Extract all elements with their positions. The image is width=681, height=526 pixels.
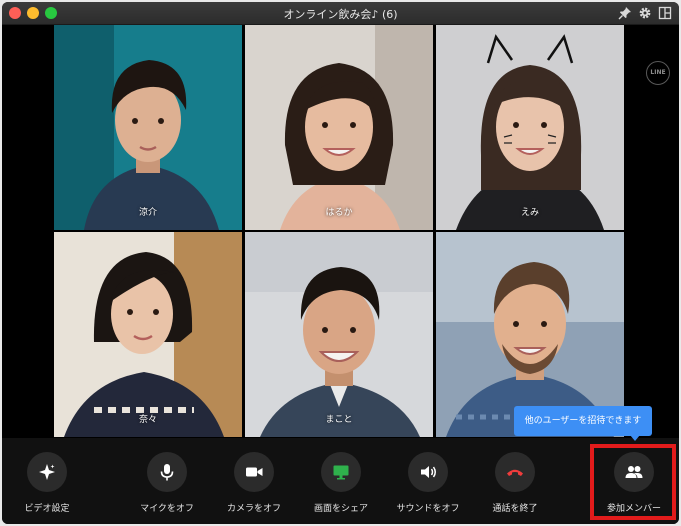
control-label: カメラをオフ [226,504,281,514]
control-label: 画面をシェア [313,504,368,514]
participant-video [54,232,242,437]
sound-off-button[interactable]: サウンドをオフ [383,452,473,514]
video-tile[interactable]: はるか [245,25,433,230]
participant-video [245,232,433,437]
participant-name: えみ [520,208,539,218]
control-label: ビデオ設定 [24,504,70,514]
screen-share-button[interactable]: 画面をシェア [296,452,386,514]
video-grid: 涼介 はるか えみ 奈々 まこと LINE [2,25,679,438]
video-camera-icon [246,467,263,477]
tooltip-pointer [630,435,640,441]
speaker-icon [421,466,436,478]
sparkle-icon [39,464,55,480]
window-title: オンライン飲み会♪ (6) [283,8,398,21]
end-call-button[interactable]: 通話を終了 [470,452,560,514]
participant-video [54,25,242,230]
line-watermark: LINE [646,61,670,85]
control-bar: ビデオ設定 マイクをオフ カメラをオフ 画面をシェア サウンドをオフ 通話を終了… [2,438,679,524]
video-tile[interactable]: 奈々 [54,232,242,437]
control-label: 通話を終了 [492,504,538,514]
app-window: オンライン飲み会♪ (6) 涼介 はるか えみ 奈々 まこと LINE ビデオ設… [2,2,679,524]
video-tile[interactable]: まこと [245,232,433,437]
end-call-icon [507,469,523,476]
control-label: サウンドをオフ [396,504,460,514]
highlight-box [590,444,676,520]
pin-icon[interactable] [618,6,632,20]
layout-icon[interactable] [658,6,672,20]
camera-off-button[interactable]: カメラをオフ [209,452,299,514]
participant-video [436,25,624,230]
invite-tooltip: 他のユーザーを招待できます [514,406,652,436]
gear-icon[interactable] [638,6,652,20]
mic-off-button[interactable]: マイクをオフ [122,452,212,514]
participant-name: はるか [325,208,353,218]
title-bar: オンライン飲み会♪ (6) [2,2,679,25]
microphone-icon [160,464,174,481]
video-settings-button[interactable]: ビデオ設定 [2,452,92,514]
participant-video [245,25,433,230]
control-label: マイクをオフ [140,504,194,514]
participant-name: 奈々 [138,415,157,425]
participant-name: まこと [325,415,353,425]
screen-share-icon [333,465,349,480]
participant-name: 涼介 [138,208,157,218]
video-tile[interactable]: 涼介 [54,25,242,230]
video-tile[interactable]: えみ [436,25,624,230]
